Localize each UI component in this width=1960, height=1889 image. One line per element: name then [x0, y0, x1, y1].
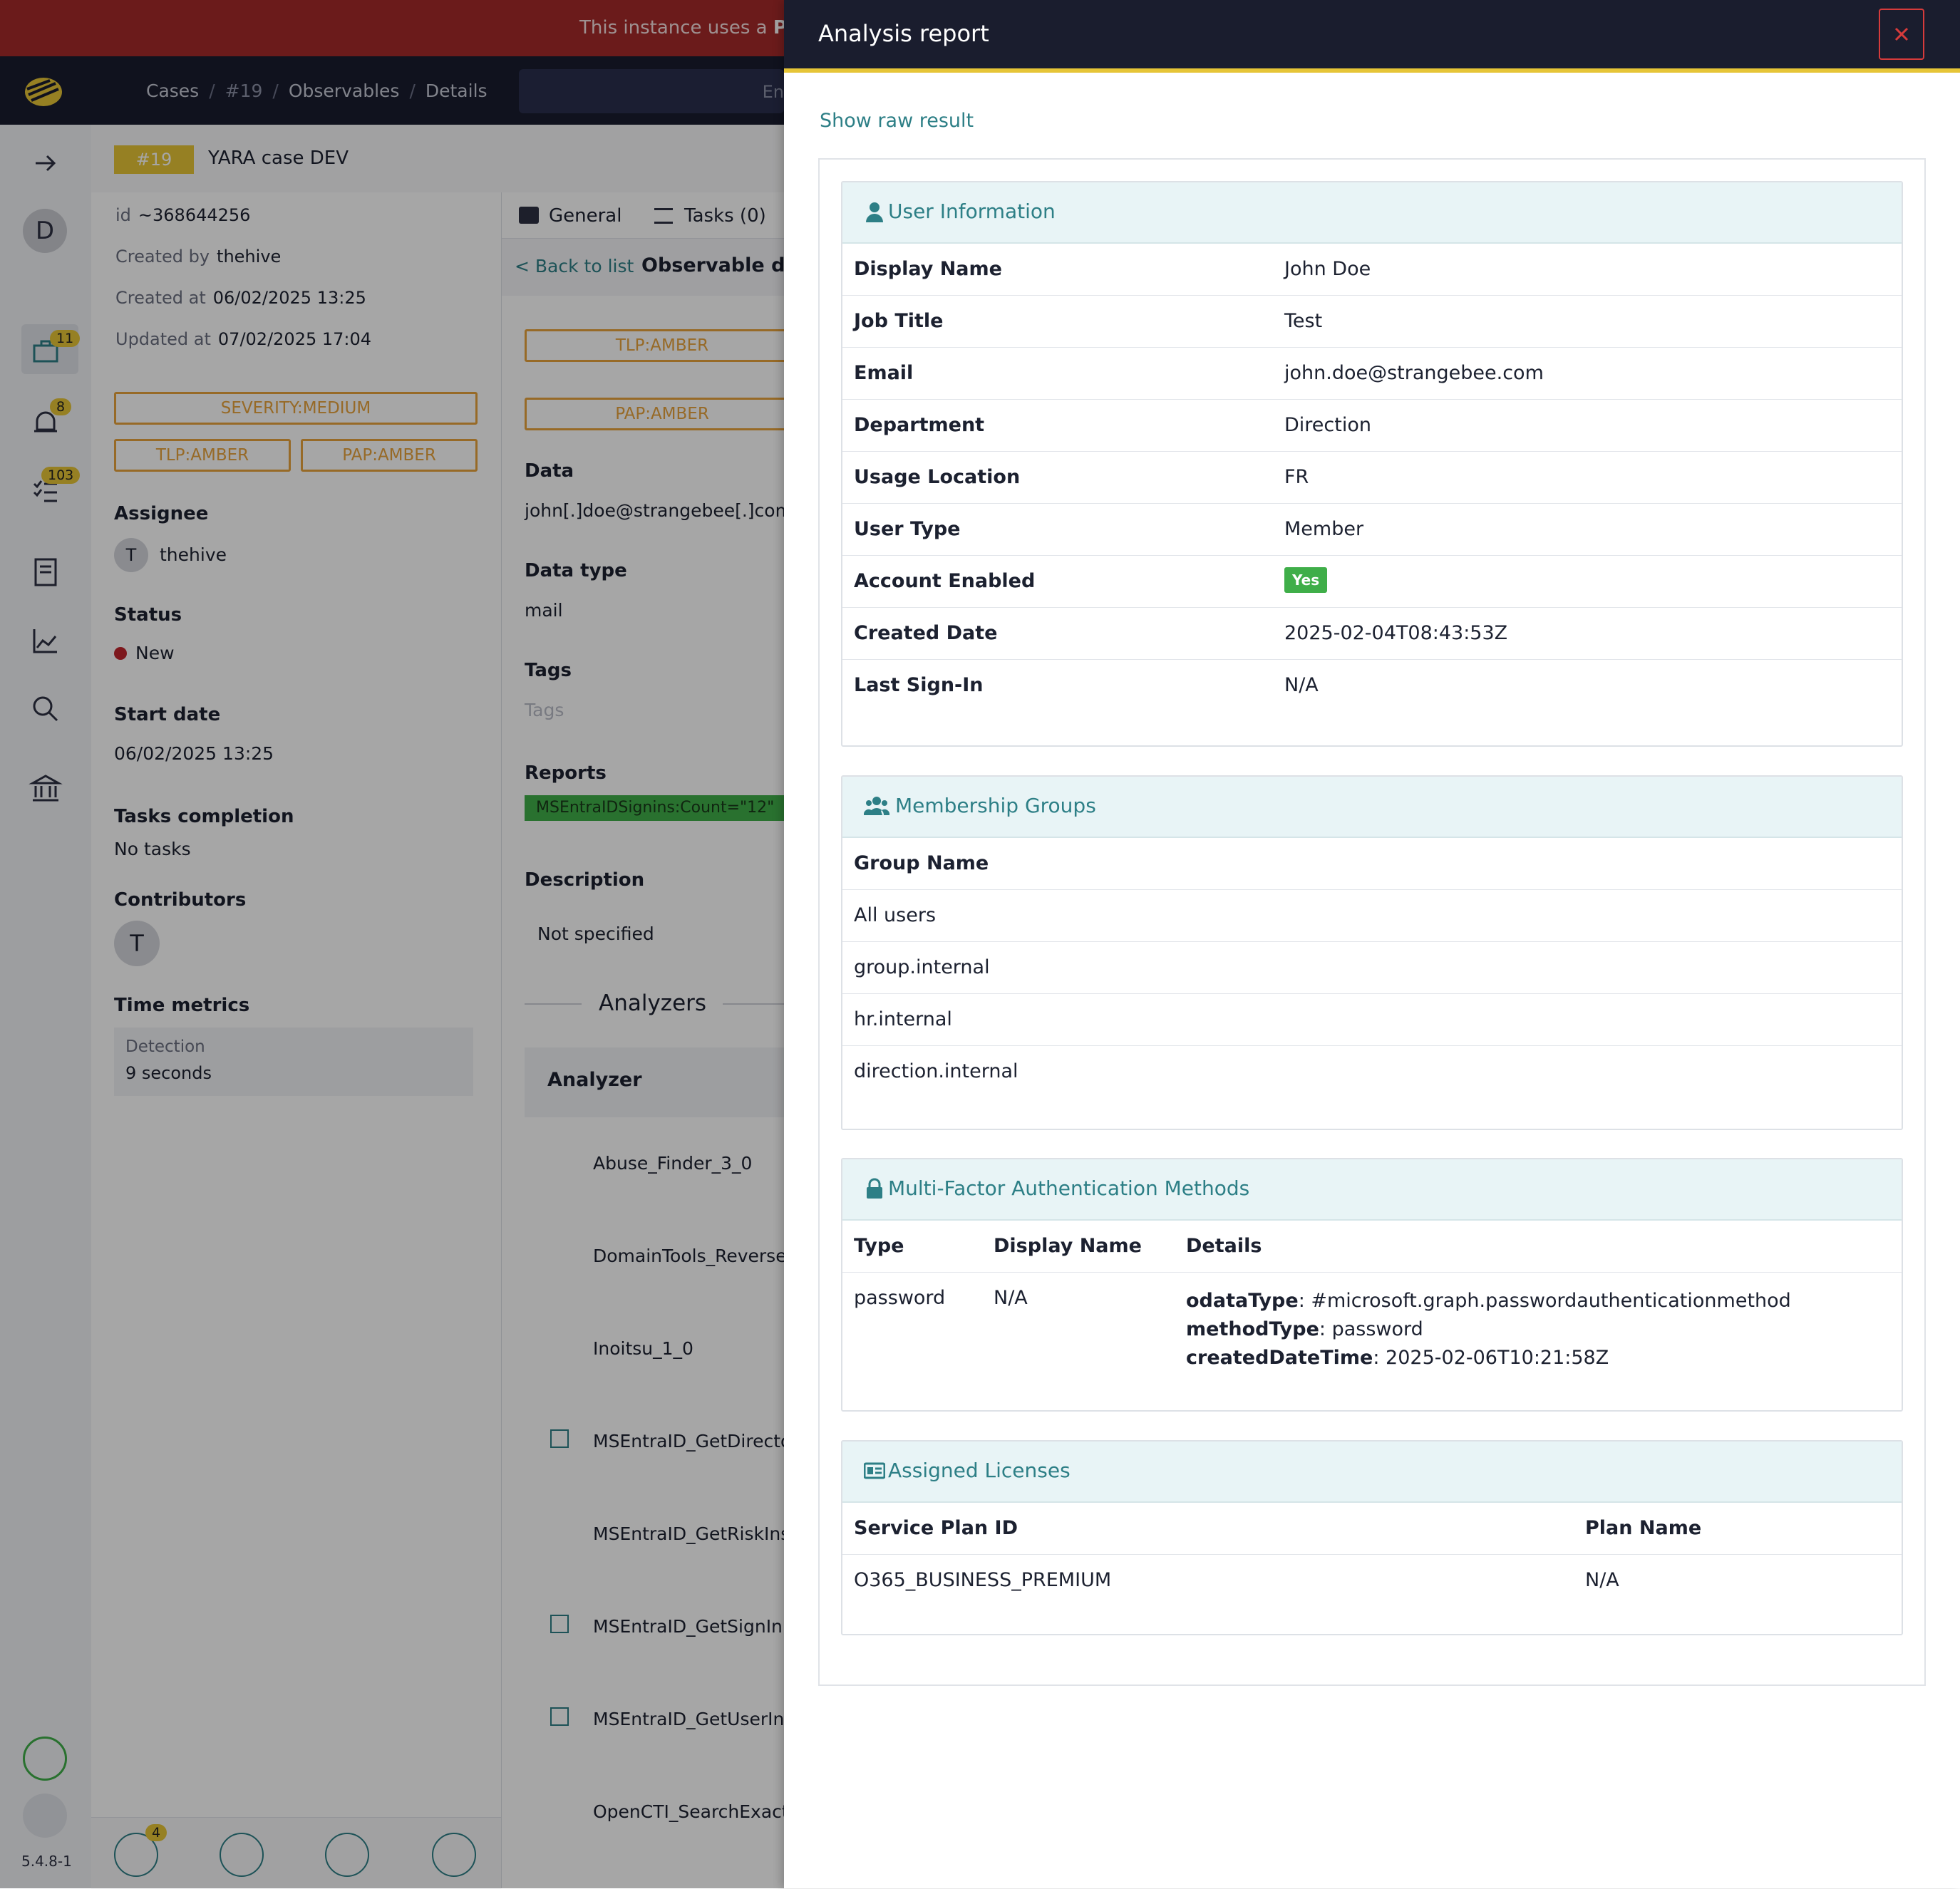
group-row: All users [842, 890, 1902, 942]
panel-title: Assigned Licenses [888, 1459, 1071, 1482]
info-key: Email [854, 362, 914, 384]
info-value: FR [1284, 466, 1309, 488]
info-value: john.doe@strangebee.com [1284, 362, 1544, 384]
info-row: Email john.doe@strangebee.com [842, 348, 1902, 400]
mfa-display-name: N/A [994, 1287, 1028, 1309]
panel-title: Membership Groups [895, 794, 1096, 817]
panel-header: User Information [842, 182, 1902, 244]
info-key: Department [854, 414, 985, 436]
drawer-header: Analysis report [784, 0, 1960, 73]
plan-name: N/A [1585, 1569, 1619, 1591]
service-plan-id-header: Service Plan ID [854, 1517, 1018, 1539]
info-row: Account Enabled Yes [842, 556, 1902, 608]
membership-groups-panel: Membership Groups Group Name All users g… [841, 775, 1903, 1130]
user-icon [864, 201, 885, 222]
detail-value: : #microsoft.graph.passwordauthenticatio… [1298, 1290, 1791, 1312]
info-key: Usage Location [854, 466, 1021, 488]
group-name: All users [854, 904, 937, 926]
user-information-panel: User Information Display Name John Doe Jo… [841, 181, 1903, 747]
panel-title: Multi-Factor Authentication Methods [888, 1176, 1250, 1200]
info-key: Account Enabled [854, 570, 1036, 592]
info-row: Created Date 2025-02-04T08:43:53Z [842, 608, 1902, 660]
modal-backdrop[interactable] [0, 0, 784, 1888]
info-row: User Type Member [842, 504, 1902, 556]
panel-title: User Information [888, 200, 1056, 223]
detail-key: createdDateTime [1186, 1347, 1373, 1369]
info-key: Last Sign-In [854, 674, 984, 696]
licenses-header-row: Service Plan ID Plan Name [842, 1503, 1902, 1555]
license-row: O365_BUSINESS_PREMIUM N/A [842, 1555, 1902, 1606]
panel-header: Membership Groups [842, 777, 1902, 838]
group-row: direction.internal [842, 1046, 1902, 1097]
info-value: John Doe [1284, 258, 1371, 280]
group-name-header: Group Name [854, 852, 989, 874]
info-key: Created Date [854, 622, 998, 644]
mfa-header-row: Type Display Name Details [842, 1221, 1902, 1273]
info-key: Job Title [854, 310, 944, 332]
info-value: Member [1284, 518, 1364, 540]
detail-key: methodType [1186, 1318, 1319, 1340]
info-row: Job Title Test [842, 296, 1902, 348]
mfa-details-header: Details [1186, 1235, 1262, 1257]
info-value: N/A [1284, 674, 1319, 696]
detail-value: : 2025-02-06T10:21:58Z [1373, 1347, 1609, 1369]
mfa-method-row: password N/A odataType: #microsoft.graph… [842, 1273, 1902, 1401]
panel-header: Multi-Factor Authentication Methods [842, 1159, 1902, 1221]
info-key: Display Name [854, 258, 1002, 280]
close-button[interactable] [1879, 9, 1924, 60]
info-value: Direction [1284, 414, 1371, 436]
info-row: Last Sign-In N/A [842, 660, 1902, 711]
detail-key: odataType [1186, 1290, 1299, 1312]
id-card-icon [864, 1460, 885, 1481]
mfa-type-header: Type [854, 1235, 904, 1257]
mfa-display-name-header: Display Name [994, 1235, 1142, 1257]
info-row: Usage Location FR [842, 452, 1902, 504]
info-key: User Type [854, 518, 961, 540]
info-value: Test [1284, 310, 1323, 332]
detail-value: : password [1319, 1318, 1423, 1340]
info-value: 2025-02-04T08:43:53Z [1284, 622, 1508, 644]
group-name: hr.internal [854, 1008, 952, 1030]
mfa-methods-panel: Multi-Factor Authentication Methods Type… [841, 1158, 1903, 1412]
group-row: group.internal [842, 942, 1902, 994]
plan-name-header: Plan Name [1585, 1517, 1702, 1539]
group-name: direction.internal [854, 1060, 1018, 1082]
panel-header: Assigned Licenses [842, 1442, 1902, 1503]
lock-icon [864, 1178, 885, 1199]
groups-header-row: Group Name [842, 838, 1902, 890]
users-group-icon [864, 795, 889, 817]
assigned-licenses-panel: Assigned Licenses Service Plan ID Plan N… [841, 1440, 1903, 1635]
analysis-report-drawer: Analysis report Show raw result User Inf… [784, 0, 1960, 1888]
mfa-type: password [854, 1287, 946, 1309]
info-row: Department Direction [842, 400, 1902, 452]
drawer-title: Analysis report [818, 20, 989, 47]
mfa-details: odataType: #microsoft.graph.passwordauth… [1186, 1287, 1791, 1372]
service-plan-id: O365_BUSINESS_PREMIUM [854, 1569, 1112, 1591]
group-name: group.internal [854, 956, 990, 978]
show-raw-result-link[interactable]: Show raw result [820, 110, 974, 132]
group-row: hr.internal [842, 994, 1902, 1046]
info-row: Display Name John Doe [842, 244, 1902, 296]
account-enabled-badge: Yes [1284, 567, 1328, 593]
close-icon [1894, 27, 1909, 41]
